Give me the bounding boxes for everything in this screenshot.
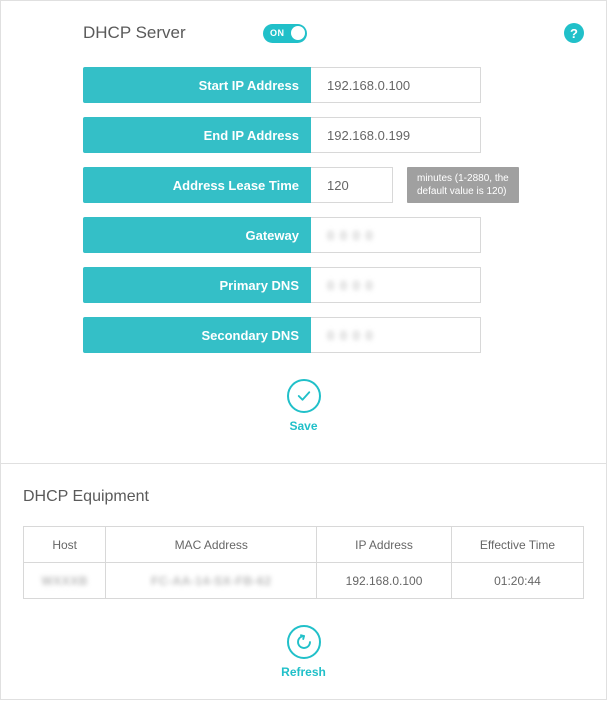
toggle-state-label: ON (270, 28, 285, 38)
col-ip: IP Address (317, 527, 452, 563)
start-ip-input[interactable] (311, 68, 480, 102)
lease-hint: minutes (1-2880, the default value is 12… (407, 167, 519, 203)
table-header-row: Host MAC Address IP Address Effective Ti… (24, 527, 584, 563)
check-icon (295, 387, 313, 405)
save-button[interactable] (287, 379, 321, 413)
cell-host: WXXXB (24, 563, 106, 599)
cell-time: 01:20:44 (451, 563, 583, 599)
end-ip-input[interactable] (311, 118, 480, 152)
table-row: WXXXB FC-AA-14-SX-FB-62 192.168.0.100 01… (24, 563, 584, 599)
page-title: DHCP Server (83, 23, 263, 43)
start-ip-label: Start IP Address (83, 67, 311, 103)
primary-dns-value-placeholder: 0 0 0 0 (311, 278, 374, 293)
col-host: Host (24, 527, 106, 563)
lease-input[interactable] (311, 168, 392, 202)
col-time: Effective Time (451, 527, 583, 563)
dhcp-toggle[interactable]: ON (263, 24, 307, 43)
equipment-title: DHCP Equipment (23, 488, 584, 506)
lease-label: Address Lease Time (83, 167, 311, 203)
help-icon[interactable]: ? (564, 23, 584, 43)
end-ip-label: End IP Address (83, 117, 311, 153)
secondary-dns-label: Secondary DNS (83, 317, 311, 353)
toggle-knob (291, 26, 305, 40)
cell-mac: FC-AA-14-SX-FB-62 (106, 563, 317, 599)
refresh-label: Refresh (23, 665, 584, 679)
primary-dns-label: Primary DNS (83, 267, 311, 303)
save-label: Save (23, 419, 584, 433)
refresh-icon (295, 633, 313, 651)
cell-ip: 192.168.0.100 (317, 563, 452, 599)
gateway-label: Gateway (83, 217, 311, 253)
secondary-dns-value-placeholder: 0 0 0 0 (311, 328, 374, 343)
gateway-value-placeholder: 0 0 0 0 (311, 228, 374, 243)
col-mac: MAC Address (106, 527, 317, 563)
refresh-button[interactable] (287, 625, 321, 659)
equipment-table: Host MAC Address IP Address Effective Ti… (23, 526, 584, 599)
